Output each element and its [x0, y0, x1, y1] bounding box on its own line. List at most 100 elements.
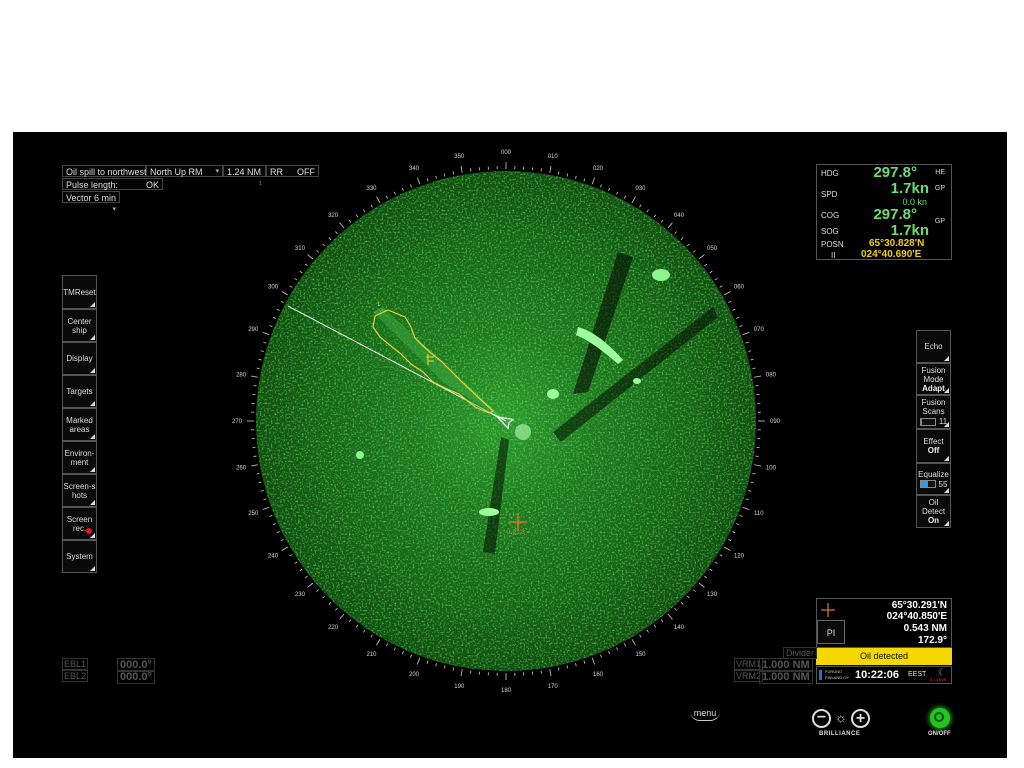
bearing-tick	[575, 663, 577, 667]
bearing-label: 070	[754, 327, 765, 333]
bearing-tick	[280, 300, 284, 304]
bearing-tick	[263, 341, 267, 344]
bearing-tick	[680, 237, 684, 241]
display-button[interactable]: Display	[62, 342, 97, 375]
bearing-tick	[335, 231, 338, 234]
effect-button[interactable]: Effect Off	[916, 429, 951, 463]
bearing-tick	[401, 187, 404, 191]
menu-label: menu	[690, 708, 720, 721]
oil-detect-button[interactable]: Oil Detect On	[916, 495, 951, 528]
brilliance-down-button[interactable]: −	[812, 709, 831, 728]
screen-rec-button[interactable]: Screen rec.	[62, 507, 97, 540]
ebl1-label: EBL1	[62, 658, 89, 670]
bearing-label: 080	[766, 372, 777, 378]
effect-label: Effect	[923, 437, 944, 446]
bearing-label: 090	[770, 419, 781, 425]
environment-label: Environ-ment	[64, 448, 95, 467]
fusion-scans-slider[interactable]: 11	[919, 417, 947, 426]
brilliance-up-button[interactable]: +	[851, 709, 870, 728]
bearing-tick	[426, 660, 429, 664]
bearing-label: 350	[454, 154, 465, 160]
vrm2-readout[interactable]: VRM2 1.000 NM	[734, 670, 814, 684]
onoff-label: ON/OFF	[928, 731, 951, 737]
bearing-tick	[276, 531, 280, 534]
system-label: System	[66, 552, 93, 561]
menu-hardware-button[interactable]: menu	[690, 708, 720, 728]
bearing-tick	[260, 350, 264, 352]
pulse-length[interactable]: Pulse length: OK	[62, 178, 163, 190]
bearing-tick	[750, 358, 754, 361]
echo-button[interactable]: Echo	[916, 330, 951, 363]
bearing-tick	[299, 270, 303, 274]
bearing-tick	[719, 285, 723, 288]
pulse-value: OK	[145, 180, 159, 190]
bearing-tick	[322, 595, 326, 599]
radar-screen: 1 LP1.3 000 010 020 030 040 050 060 070 080 090 10…	[13, 132, 1007, 758]
range-stepper[interactable]: 1.24 NM ↕	[223, 165, 266, 187]
hdg-source: HE	[935, 169, 945, 176]
cog-source: GP	[934, 218, 945, 225]
bearing-tick	[639, 634, 642, 638]
minus-icon: −	[816, 709, 827, 726]
orientation-select[interactable]: North Up RM ▾	[146, 165, 223, 177]
bearing-tick	[739, 325, 743, 327]
ebl2-label: EBL2	[62, 670, 89, 682]
clock: 10:22:06	[855, 669, 900, 681]
bearing-tick	[736, 316, 740, 319]
targets-button[interactable]: Targets	[62, 375, 97, 408]
bearing-tick	[752, 473, 756, 475]
brand-logo	[819, 670, 822, 680]
fusion-scans-button[interactable]: Fusion Scans 11	[916, 395, 951, 429]
equalize-button[interactable]: Equalize 55	[916, 463, 951, 495]
cog-value: 297.8°	[873, 206, 917, 223]
bearing-label: 000	[501, 150, 512, 156]
bearing-tick	[748, 350, 752, 352]
bearing-tick	[724, 291, 731, 296]
bearing-tick	[674, 608, 677, 611]
bearing-label: 210	[366, 652, 377, 658]
oil-detected-alert[interactable]: Oil detected	[816, 648, 952, 665]
bearing-tick	[307, 254, 314, 260]
bearing-tick	[674, 231, 677, 234]
system-button[interactable]: System	[62, 540, 97, 573]
spd-label: SPD	[821, 190, 838, 199]
bearing-tick	[376, 639, 381, 646]
bearing-tick	[748, 490, 752, 492]
bearing-tick	[258, 481, 262, 484]
environment-button[interactable]: Environ-ment	[62, 441, 97, 474]
power-button[interactable]	[930, 708, 950, 728]
preset-select[interactable]: Oil spill to northwest▾	[62, 165, 147, 187]
bearing-tick	[575, 175, 577, 179]
center-ship-button[interactable]: Center ship	[62, 309, 97, 342]
screenshots-button[interactable]: Screen-shots	[62, 474, 97, 507]
marked-areas-button[interactable]: Marked areas	[62, 408, 97, 441]
bearing-tick	[631, 196, 636, 203]
bearing-tick	[754, 375, 762, 378]
rr-toggle[interactable]: RR OFF	[266, 165, 319, 177]
sog-label: SOG	[821, 227, 839, 236]
bearing-tick	[732, 531, 736, 534]
bearing-tick	[709, 568, 713, 572]
bearing-label: 180	[501, 688, 512, 694]
bearing-tick	[393, 191, 396, 195]
bearing-label: 020	[593, 166, 604, 172]
tm-reset-button[interactable]: TMReset	[62, 275, 97, 309]
bearing-label: 320	[328, 213, 339, 219]
bearing-tick	[591, 657, 595, 665]
parallel-index-button[interactable]: PI	[817, 620, 845, 644]
orientation-value: North Up RM	[150, 167, 203, 177]
bearing-tick	[269, 515, 273, 517]
bearing-label: 010	[548, 154, 559, 160]
bearing-tick	[653, 214, 657, 218]
bearing-tick	[566, 173, 569, 177]
fusion-mode-button[interactable]: Fusion Mode Adapt	[916, 363, 951, 395]
marked-areas-label: Marked areas	[66, 415, 93, 434]
vector-select[interactable]: Vector 6 min ▾	[62, 191, 120, 213]
equalize-slider[interactable]: 55	[919, 480, 947, 489]
bearing-tick	[355, 214, 359, 218]
bearing-tick	[385, 643, 389, 647]
ebl2-readout[interactable]: EBL2 000.0°	[62, 670, 164, 684]
bearing-label: 200	[409, 672, 420, 678]
spd-value: 1.7kn	[890, 180, 929, 197]
screenshots-label: Screen-shots	[63, 481, 96, 500]
